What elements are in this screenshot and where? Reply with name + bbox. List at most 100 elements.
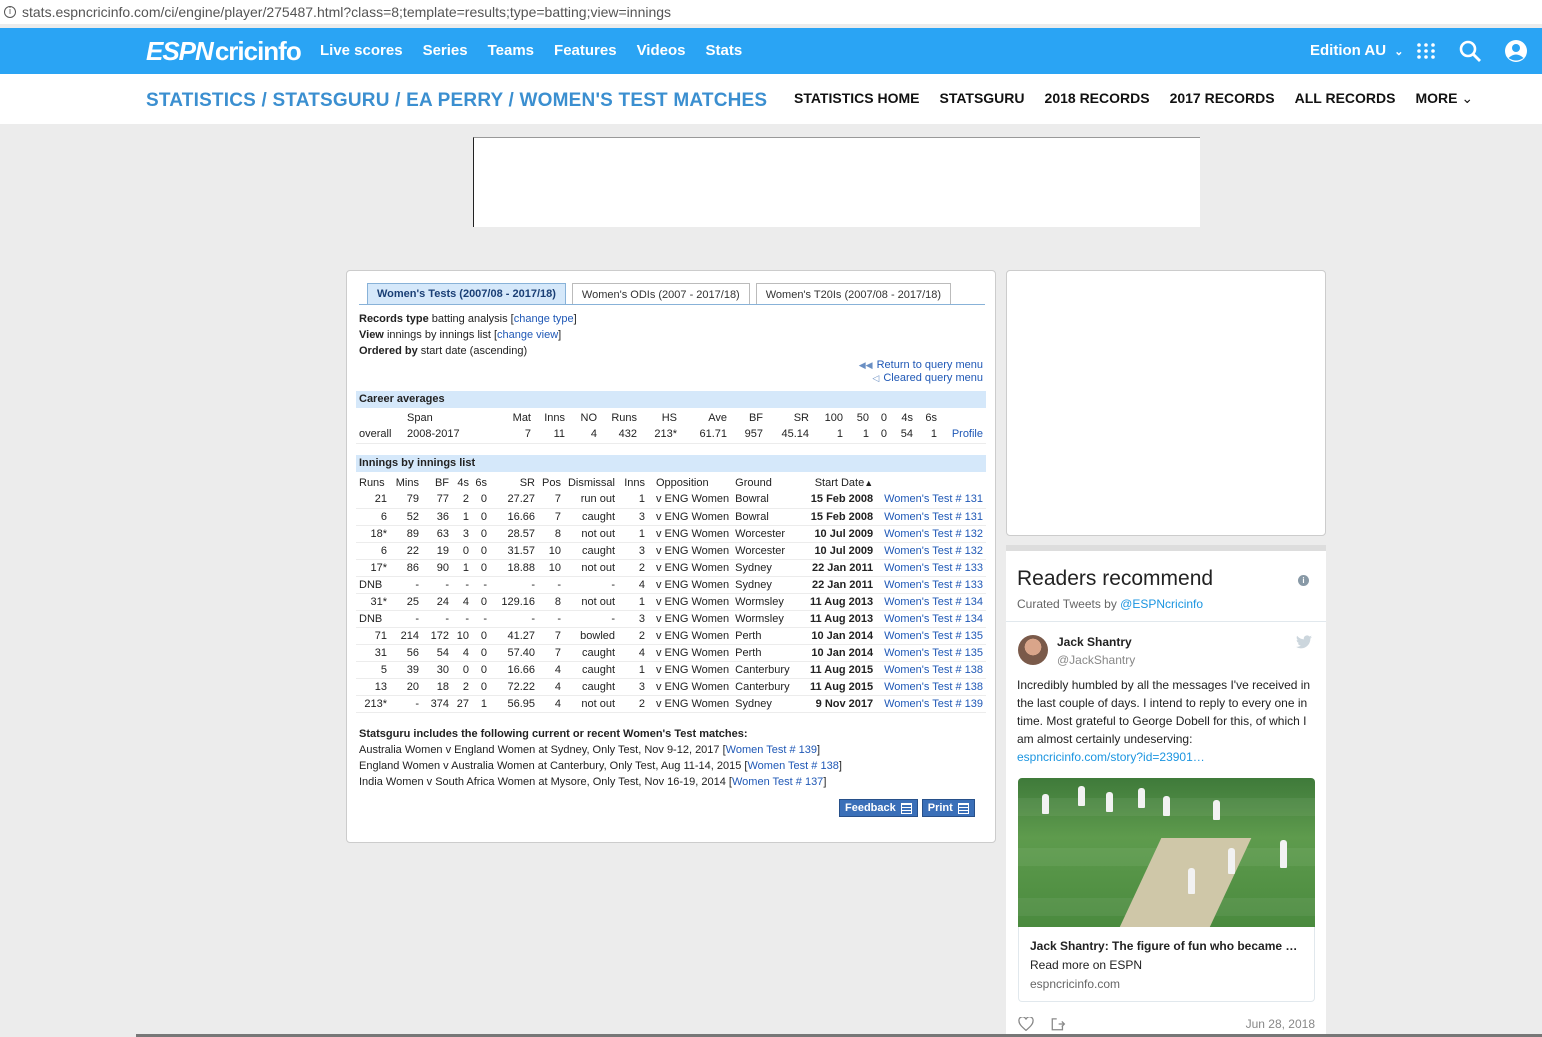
tweet-author-handle[interactable]: @JackShantry	[1057, 653, 1135, 667]
match-link[interactable]: Women's Test # 139	[876, 695, 986, 713]
address-bar[interactable]: i stats.espncricinfo.com/ci/engine/playe…	[0, 0, 1542, 24]
col-6s[interactable]: 6s	[472, 474, 490, 491]
tweet-card-image[interactable]	[1018, 778, 1315, 927]
2017-records-link[interactable]: 2017 RECORDS	[1170, 90, 1275, 107]
curator-link[interactable]: @ESPNcricinfo	[1120, 597, 1203, 611]
innings-header-row: Runs Mins BF 4s 6s SR Pos Dismissal Inns…	[356, 474, 986, 491]
edition-selector[interactable]: Edition AU ⌄	[1310, 42, 1404, 59]
match-link[interactable]: Women's Test # 135	[876, 644, 986, 662]
match-link[interactable]: Women's Test # 138	[876, 678, 986, 696]
match-link[interactable]: Women's Test # 131	[876, 508, 986, 526]
col-bf[interactable]: BF	[422, 474, 452, 491]
tweet-author-name[interactable]: Jack Shantry	[1057, 635, 1132, 649]
match-link[interactable]: Women's Test # 133	[876, 559, 986, 577]
table-cell: Canterbury	[732, 678, 805, 696]
col-pos[interactable]: Pos	[538, 474, 564, 491]
table-cell: 2	[618, 627, 648, 645]
avatar[interactable]	[1018, 635, 1048, 665]
nav-stats[interactable]: Stats	[705, 42, 742, 59]
table-cell: Canterbury	[732, 661, 805, 679]
table-cell: 11 Aug 2015	[804, 678, 877, 696]
feedback-button[interactable]: Feedback	[839, 799, 918, 817]
more-menu[interactable]: MORE ⌄	[1415, 90, 1473, 107]
match-link[interactable]: Women Test # 138	[748, 760, 839, 772]
match-link[interactable]: Women's Test # 135	[876, 627, 986, 645]
sub-nav: STATISTICS / STATSGURU / EA PERRY / WOME…	[0, 74, 1542, 124]
table-cell: 2	[618, 695, 648, 713]
2018-records-link[interactable]: 2018 RECORDS	[1045, 90, 1150, 107]
col-mins[interactable]: Mins	[390, 474, 422, 491]
all-records-link[interactable]: ALL RECORDS	[1295, 90, 1396, 107]
table-cell: v ENG Women	[648, 542, 733, 560]
share-icon[interactable]	[1050, 1017, 1066, 1031]
match-link[interactable]: Women's Test # 131	[876, 491, 986, 509]
table-cell: -	[490, 576, 538, 594]
col-runs[interactable]: Runs	[356, 474, 390, 491]
table-cell: Sydney	[732, 559, 805, 577]
match-link[interactable]: Women's Test # 134	[876, 610, 986, 628]
user-account-icon[interactable]	[1504, 37, 1528, 65]
match-link[interactable]: Women's Test # 132	[876, 542, 986, 560]
tweet-card-text[interactable]: Jack Shantry: The figure of fun who beca…	[1018, 927, 1315, 1002]
table-cell: -	[422, 610, 452, 628]
print-button[interactable]: Print	[921, 799, 975, 817]
table-cell: 2	[452, 678, 472, 696]
nav-videos[interactable]: Videos	[637, 42, 686, 59]
tab-womens-tests[interactable]: Women's Tests (2007/08 - 2017/18)	[367, 283, 566, 305]
col-4s[interactable]: 4s	[452, 474, 472, 491]
table-cell: 31*	[356, 593, 390, 611]
tab-womens-odis[interactable]: Women's ODIs (2007 - 2017/18)	[571, 283, 750, 305]
nav-series[interactable]: Series	[423, 42, 468, 59]
chevron-down-icon: ⌄	[1461, 90, 1474, 106]
table-cell: 1	[618, 491, 648, 509]
change-view-link[interactable]: change view	[497, 329, 558, 341]
match-link[interactable]: Women's Test # 134	[876, 593, 986, 611]
readers-recommend-widget: Readers recommend Curated Tweets by @ESP…	[1006, 545, 1326, 1037]
match-link[interactable]: Women Test # 137	[732, 776, 823, 788]
return-query-link[interactable]: ◀◀ Return to query menu	[859, 359, 983, 372]
table-row: DNB - - - - - - -4 v ENG Women Sydney 22 Jan 2011 W…	[356, 576, 986, 594]
recent-matches-note: Statsguru includes the following current…	[359, 728, 842, 788]
printer-icon	[957, 802, 969, 814]
espncricinfo-logo[interactable]: ESPNcricinfo	[146, 36, 302, 67]
match-link[interactable]: Women Test # 139	[726, 744, 817, 756]
nav-features[interactable]: Features	[554, 42, 617, 59]
statistics-home-link[interactable]: STATISTICS HOME	[794, 90, 919, 107]
match-link[interactable]: Women's Test # 133	[876, 576, 986, 594]
table-cell: 11 Aug 2013	[804, 593, 877, 611]
advertisement-banner	[473, 137, 1200, 227]
col-opposition[interactable]: Opposition	[648, 474, 732, 491]
info-icon[interactable]: i	[4, 6, 16, 18]
table-row: 5 39 30 0 0 16.66 4 caught 1 v ENG Women Canterbur…	[356, 661, 986, 679]
table-cell: 89	[390, 525, 422, 543]
table-cell: 11 Aug 2013	[804, 610, 877, 628]
nav-teams[interactable]: Teams	[488, 42, 534, 59]
profile-link[interactable]: Profile	[940, 426, 986, 444]
table-cell: 1	[618, 593, 648, 611]
table-cell: 57.40	[490, 644, 538, 662]
twitter-bird-icon[interactable]	[1296, 635, 1312, 649]
col-inns[interactable]: Inns	[618, 474, 648, 491]
match-link[interactable]: Women's Test # 132	[876, 525, 986, 543]
nav-live-scores[interactable]: Live scores	[320, 42, 403, 59]
change-type-link[interactable]: change type	[514, 313, 574, 325]
heart-icon[interactable]	[1018, 1017, 1034, 1031]
col-sr[interactable]: SR	[490, 474, 538, 491]
apps-grid-icon[interactable]	[1416, 37, 1436, 65]
col-dismissal[interactable]: Dismissal	[564, 474, 618, 491]
tweet-date[interactable]: Jun 28, 2018	[1246, 1017, 1315, 1031]
tweet-link[interactable]: espncricinfo.com/story?id=23901…	[1017, 750, 1205, 764]
match-link[interactable]: Women's Test # 138	[876, 661, 986, 679]
info-icon[interactable]: i	[1298, 575, 1309, 586]
statsguru-link[interactable]: STATSGURU	[939, 90, 1024, 107]
table-cell: 36	[422, 508, 452, 526]
table-cell: 16.66	[490, 661, 538, 679]
table-cell: 5	[356, 661, 390, 679]
url-text[interactable]: stats.espncricinfo.com/ci/engine/player/…	[22, 4, 671, 20]
tab-womens-t20is[interactable]: Women's T20Is (2007/08 - 2017/18)	[755, 283, 952, 305]
col-ground[interactable]: Ground	[732, 474, 804, 491]
breadcrumb[interactable]: STATISTICS / STATSGURU / EA PERRY / WOME…	[146, 90, 767, 112]
search-icon[interactable]	[1458, 37, 1482, 65]
col-start-date[interactable]: Start Date▲	[804, 474, 876, 491]
cleared-query-link[interactable]: ◁ Cleared query menu	[859, 372, 983, 385]
